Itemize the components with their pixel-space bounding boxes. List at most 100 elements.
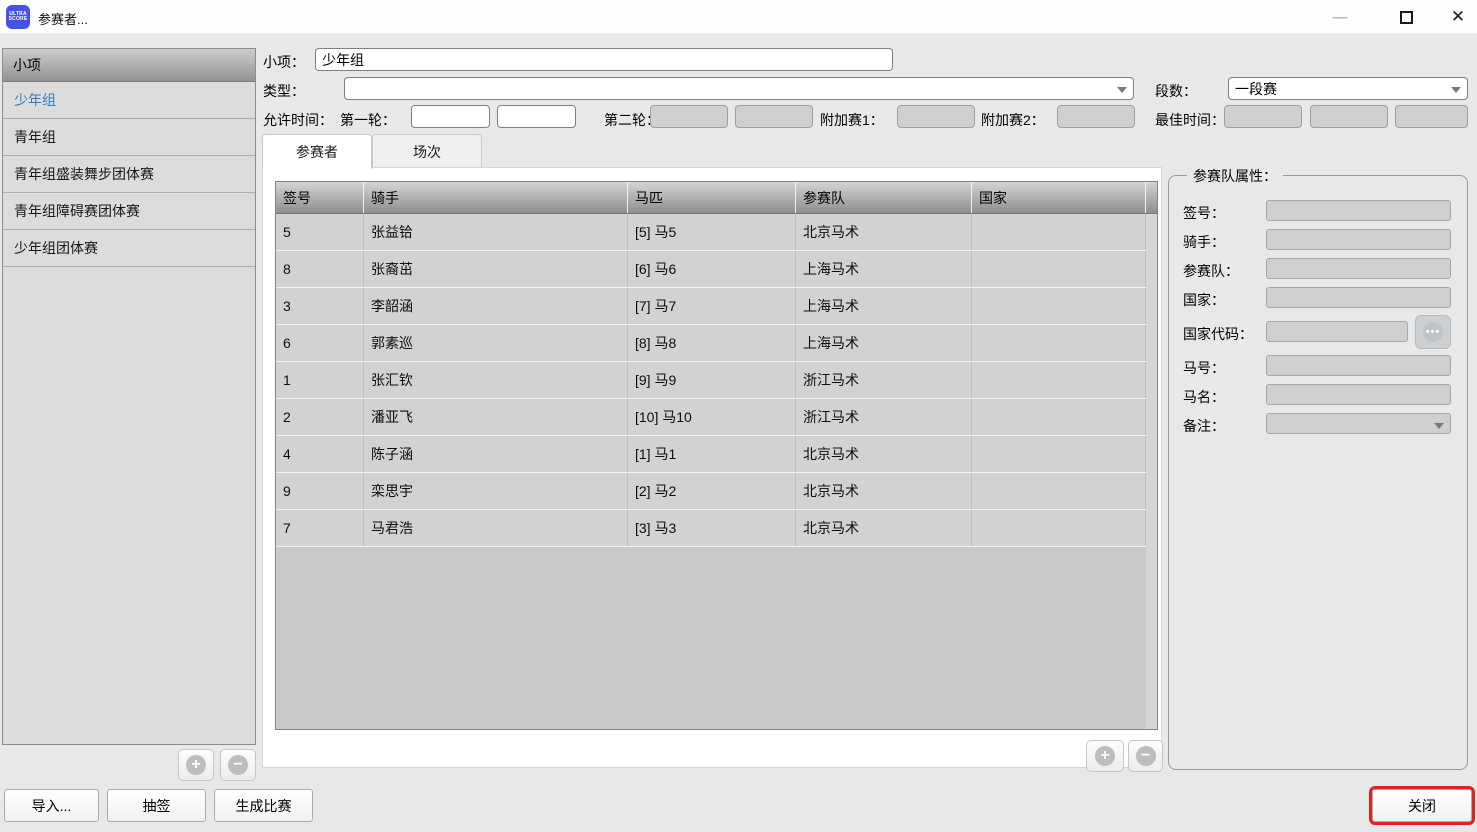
chevron-down-icon	[1117, 87, 1127, 93]
table-cell: 潘亚飞	[364, 399, 628, 435]
minimize-button[interactable]: —	[1317, 0, 1363, 34]
table-cell: 北京马术	[796, 214, 972, 250]
stage-label: 段数：	[1155, 81, 1197, 101]
table-cell: 张裔茁	[364, 251, 628, 287]
table-row[interactable]: 1张汇钦[9] 马9浙江马术	[276, 362, 1157, 399]
table-cell: 北京马术	[796, 510, 972, 546]
remove-category-button[interactable]: −	[220, 749, 256, 781]
table-cell: [7] 马7	[628, 288, 796, 324]
close-button[interactable]: 关闭	[1372, 789, 1472, 822]
stage-combobox[interactable]: 一段赛	[1228, 77, 1468, 100]
sign-number-input	[1266, 200, 1451, 221]
table-column-header[interactable]: 马匹	[628, 182, 796, 213]
table-cell	[972, 436, 1146, 472]
table-cell: 北京马术	[796, 473, 972, 509]
country-code-label: 国家代码：	[1183, 324, 1253, 344]
round1-time-input-1[interactable]	[411, 105, 490, 128]
table-cell: [2] 马2	[628, 473, 796, 509]
table-cell: 郭素巡	[364, 325, 628, 361]
jumpoff2-time-input	[1057, 105, 1135, 128]
draw-lots-button[interactable]: 抽签	[107, 789, 206, 822]
table-cell: 浙江马术	[796, 362, 972, 398]
table-cell: [9] 马9	[628, 362, 796, 398]
table-row[interactable]: 8张裔茁[6] 马6上海马术	[276, 251, 1157, 288]
category-list: 小项 少年组青年组青年组盛装舞步团体赛青年组障碍赛团体赛少年组团体赛	[2, 48, 256, 745]
rider-label: 骑手：	[1183, 232, 1225, 252]
participants-tab-panel: 签号骑手马匹参赛队国家 5张益铪[5] 马5北京马术8张裔茁[6] 马6上海马术…	[262, 167, 1162, 768]
add-participant-button[interactable]: +	[1086, 740, 1124, 772]
table-cell: 4	[276, 436, 364, 472]
sidebar-item[interactable]: 青年组障碍赛团体赛	[3, 193, 255, 230]
round2-time-input-1	[650, 105, 728, 128]
minus-icon: −	[228, 755, 248, 775]
app-logo-icon: ULTRA SCORE	[6, 5, 30, 29]
table-row[interactable]: 2潘亚飞[10] 马10浙江马术	[276, 399, 1157, 436]
table-cell: 9	[276, 473, 364, 509]
country-code-browse-button[interactable]: •••	[1415, 315, 1451, 349]
table-column-header[interactable]: 参赛队	[796, 182, 972, 213]
round1-time-input-2[interactable]	[497, 105, 576, 128]
table-cell: 1	[276, 362, 364, 398]
plus-icon: +	[1095, 746, 1115, 766]
type-combobox[interactable]	[344, 77, 1134, 100]
stage-combobox-value: 一段赛	[1235, 79, 1277, 99]
remove-participant-button[interactable]: −	[1128, 740, 1163, 772]
sidebar-item[interactable]: 少年组	[3, 82, 255, 119]
table-cell: 2	[276, 399, 364, 435]
table-cell: 8	[276, 251, 364, 287]
table-cell: 栾思宇	[364, 473, 628, 509]
sidebar-item[interactable]: 青年组盛装舞步团体赛	[3, 156, 255, 193]
category-list-header: 小项	[3, 49, 255, 82]
maximize-button[interactable]	[1383, 0, 1429, 34]
table-row[interactable]: 4陈子涵[1] 马1北京马术	[276, 436, 1157, 473]
team-properties-legend: 参赛队属性：	[1187, 166, 1283, 186]
add-category-button[interactable]: +	[178, 749, 214, 781]
table-cell	[972, 214, 1146, 250]
participants-window: ULTRA SCORE 参赛者... — ✕ 小项 少年组青年组青年组盛装舞步团…	[0, 0, 1477, 832]
tab-sessions[interactable]: 场次	[372, 134, 482, 168]
table-cell: 5	[276, 214, 364, 250]
table-cell: [1] 马1	[628, 436, 796, 472]
jumpoff1-label: 附加赛1：	[820, 110, 884, 130]
tab-participants[interactable]: 参赛者	[262, 134, 372, 169]
table-row[interactable]: 9栾思宇[2] 马2北京马术	[276, 473, 1157, 510]
table-row[interactable]: 3李韶涵[7] 马7上海马术	[276, 288, 1157, 325]
table-column-header[interactable]: 签号	[276, 182, 364, 213]
import-button[interactable]: 导入...	[4, 789, 99, 822]
country-input	[1266, 287, 1451, 308]
team-properties-groupbox: 参赛队属性： 签号：骑手：参赛队：国家：国家代码：•••马号：马名：备注：	[1168, 175, 1468, 770]
table-column-header[interactable]: 国家	[972, 182, 1146, 213]
participants-table: 签号骑手马匹参赛队国家 5张益铪[5] 马5北京马术8张裔茁[6] 马6上海马术…	[275, 181, 1158, 730]
round2-time-input-2	[735, 105, 813, 128]
rider-input	[1266, 229, 1451, 250]
table-cell: [10] 马10	[628, 399, 796, 435]
minus-icon: −	[1136, 746, 1156, 766]
table-cell	[972, 325, 1146, 361]
table-scrollbar-track[interactable]	[1146, 214, 1157, 729]
table-row[interactable]: 5张益铪[5] 马5北京马术	[276, 214, 1157, 251]
table-row[interactable]: 7马君浩[3] 马3北京马术	[276, 510, 1157, 547]
title-bar: ULTRA SCORE 参赛者... — ✕	[0, 0, 1477, 34]
table-cell: 上海马术	[796, 288, 972, 324]
best-time-input-3	[1395, 105, 1468, 128]
team-input	[1266, 258, 1451, 279]
ellipsis-icon: •••	[1423, 322, 1443, 342]
table-column-header[interactable]: 骑手	[364, 182, 628, 213]
sidebar-item[interactable]: 少年组团体赛	[3, 230, 255, 267]
sidebar-item[interactable]: 青年组	[3, 119, 255, 156]
item-name-input[interactable]: 少年组	[315, 48, 893, 71]
table-header-row: 签号骑手马匹参赛队国家	[276, 182, 1157, 214]
table-row[interactable]: 6郭素巡[8] 马8上海马术	[276, 325, 1157, 362]
country-label: 国家：	[1183, 290, 1225, 310]
chevron-down-icon	[1434, 423, 1444, 429]
generate-competition-button[interactable]: 生成比赛	[214, 789, 313, 822]
table-cell: 马君浩	[364, 510, 628, 546]
round1-label: 第一轮：	[340, 110, 396, 130]
table-cell	[972, 510, 1146, 546]
jumpoff1-time-input	[897, 105, 975, 128]
remarks-dropdown	[1266, 413, 1451, 434]
plus-icon: +	[186, 755, 206, 775]
table-cell: 3	[276, 288, 364, 324]
allowed-time-label: 允许时间：	[263, 110, 333, 130]
close-window-button[interactable]: ✕	[1435, 0, 1477, 34]
